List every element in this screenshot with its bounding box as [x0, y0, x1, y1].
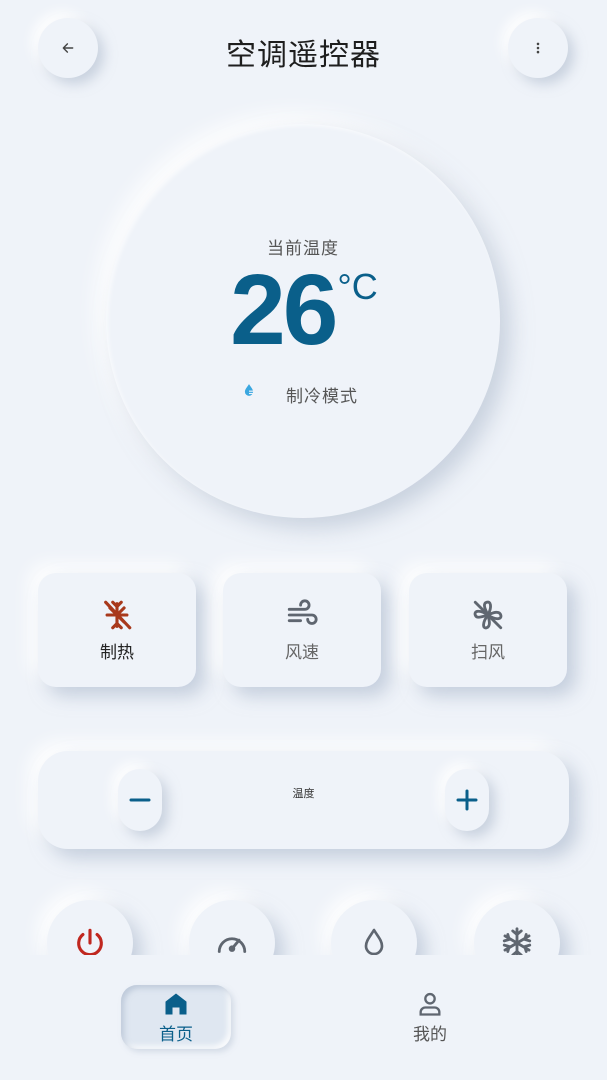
nav-home-label: 首页 — [159, 1024, 193, 1045]
more-vertical-icon — [536, 42, 540, 54]
temperature-display: 26°C — [106, 260, 500, 360]
nav-profile[interactable]: 我的 — [375, 985, 485, 1049]
fan-off-icon — [473, 600, 503, 629]
nav-profile-label: 我的 — [413, 1024, 447, 1045]
more-options-button[interactable] — [508, 18, 568, 78]
water-drop-icon — [244, 383, 254, 396]
temperature-increase-button[interactable] — [445, 769, 489, 831]
bottom-navigation: 首页 我的 — [0, 955, 607, 1080]
home-icon — [165, 993, 187, 1014]
temperature-dial: 当前温度 26°C 制冷模式 — [106, 124, 500, 518]
swing-label: 扫风 — [471, 642, 505, 663]
mode-label: 制冷模式 — [286, 387, 358, 407]
wind-icon — [287, 598, 318, 625]
heat-off-icon — [104, 600, 132, 629]
temperature-unit: °C — [337, 266, 378, 307]
heat-mode-button[interactable]: 制热 — [38, 573, 196, 687]
plus-icon — [456, 789, 478, 811]
swing-button[interactable]: 扫风 — [409, 573, 567, 687]
temperature-control-label: 温度 — [292, 787, 315, 800]
mode-indicator: 制冷模式 — [242, 382, 358, 407]
heat-mode-label: 制热 — [100, 642, 134, 663]
person-icon — [419, 992, 441, 1016]
nav-home[interactable]: 首页 — [121, 985, 231, 1049]
temperature-control-panel: 温度 — [38, 751, 569, 849]
temperature-value: 26 — [230, 254, 338, 366]
fan-speed-label: 风速 — [285, 642, 319, 663]
humidity-drop-icon — [364, 928, 384, 956]
fan-speed-button[interactable]: 风速 — [223, 573, 381, 687]
